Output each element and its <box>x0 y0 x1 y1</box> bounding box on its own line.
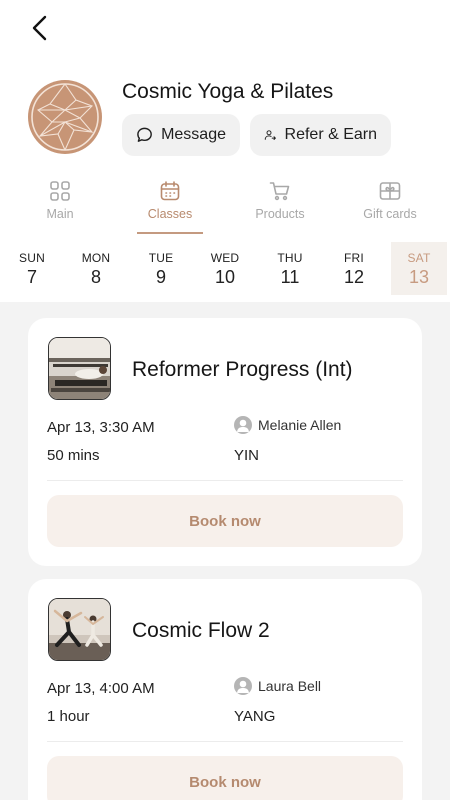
class-duration: 50 mins <box>47 447 100 464</box>
day-number: 11 <box>280 267 300 287</box>
user-share-icon <box>264 130 276 140</box>
day-number: 9 <box>155 267 166 287</box>
class-card[interactable]: Reformer Progress (Int) Apr 13, 3:30 AM … <box>28 318 422 566</box>
refer-earn-button[interactable]: Refer & Earn <box>250 114 391 156</box>
chat-bubble-icon <box>137 127 152 142</box>
tab-main[interactable]: Main <box>15 178 105 234</box>
message-button-label: Message <box>161 126 226 143</box>
class-card[interactable]: Cosmic Flow 2 Apr 13, 4:00 AM 1 hour Lau… <box>28 579 422 800</box>
instructor[interactable]: Melanie Allen <box>234 416 341 434</box>
class-datetime: Apr 13, 4:00 AM <box>47 680 155 697</box>
refer-earn-label: Refer & Earn <box>284 126 377 143</box>
tab-classes-label: Classes <box>147 207 193 221</box>
class-style-tag: YIN <box>234 447 260 464</box>
studio-name: Cosmic Yoga & Pilates <box>122 80 334 103</box>
class-thumbnail <box>48 337 111 400</box>
section-tabs: Main Classes Products Gift cards <box>0 178 450 234</box>
instructor-name: Melanie Allen <box>258 417 342 433</box>
studio-logo <box>28 80 102 154</box>
cart-icon <box>269 182 290 201</box>
avatar-icon <box>234 416 252 434</box>
day-fri[interactable]: FRI 12 <box>326 242 382 295</box>
day-wed[interactable]: WED 10 <box>197 242 253 295</box>
day-number: 7 <box>26 267 37 287</box>
day-number: 8 <box>90 267 101 287</box>
tab-gift-cards-label: Gift cards <box>363 207 417 221</box>
class-list: Reformer Progress (Int) Apr 13, 3:30 AM … <box>0 302 450 800</box>
day-sat[interactable]: SAT 13 <box>391 242 447 295</box>
studio-header: Cosmic Yoga & Pilates Message Refer & Ea… <box>28 78 430 158</box>
back-button[interactable] <box>22 10 58 46</box>
avatar-icon <box>234 677 252 695</box>
day-selector: SUN 7 MON 8 TUE 9 WED 10 THU 11 FRI 12 S… <box>0 242 450 296</box>
day-sun[interactable]: SUN 7 <box>4 242 60 295</box>
class-datetime: Apr 13, 3:30 AM <box>47 419 155 436</box>
book-now-button[interactable]: Book now <box>47 495 403 547</box>
instructor-name: Laura Bell <box>258 678 322 694</box>
message-button[interactable]: Message <box>122 114 240 156</box>
divider <box>47 741 403 742</box>
chevron-left-icon <box>32 15 47 41</box>
tab-products[interactable]: Products <box>235 178 325 234</box>
tab-main-label: Main <box>46 207 74 221</box>
day-name: SAT <box>407 251 431 265</box>
day-mon[interactable]: MON 8 <box>68 242 124 295</box>
day-name: SUN <box>19 251 45 265</box>
divider <box>47 480 403 481</box>
day-tue[interactable]: TUE 9 <box>133 242 189 295</box>
day-number: 10 <box>214 267 236 287</box>
class-style-tag: YANG <box>234 708 276 725</box>
day-number: 12 <box>343 267 365 287</box>
class-title: Cosmic Flow 2 <box>132 619 270 642</box>
tab-products-label: Products <box>255 207 305 221</box>
tab-classes[interactable]: Classes <box>125 178 215 234</box>
day-name: THU <box>277 251 303 265</box>
instructor[interactable]: Laura Bell <box>234 677 321 695</box>
day-thu[interactable]: THU 11 <box>262 242 318 295</box>
day-name: MON <box>81 251 111 265</box>
day-name: WED <box>210 251 240 265</box>
day-name: TUE <box>148 251 174 265</box>
tab-gift-cards[interactable]: Gift cards <box>345 178 435 234</box>
grid-icon <box>50 181 70 201</box>
class-thumbnail <box>48 598 111 661</box>
gift-card-icon <box>379 182 401 200</box>
class-title: Reformer Progress (Int) <box>132 358 353 381</box>
day-number: 13 <box>408 267 430 287</box>
class-duration: 1 hour <box>47 708 90 725</box>
book-now-button[interactable]: Book now <box>47 756 403 800</box>
day-name: FRI <box>344 251 364 265</box>
calendar-icon <box>160 181 180 201</box>
